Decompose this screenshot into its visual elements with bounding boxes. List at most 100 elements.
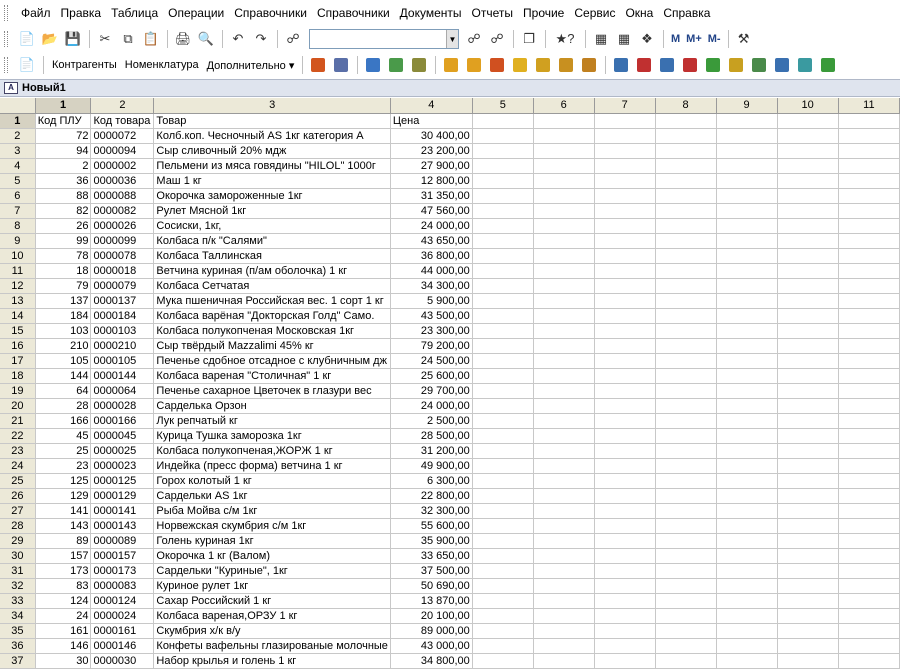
cell-price[interactable]: 28 500,00 <box>390 428 473 444</box>
cell-code[interactable]: 0000023 <box>90 458 155 474</box>
empty-cell[interactable] <box>655 128 717 144</box>
empty-cell[interactable] <box>472 323 534 339</box>
cell-plu[interactable]: 36 <box>35 173 92 189</box>
cell-price[interactable]: 12 800,00 <box>390 173 473 189</box>
cell-code[interactable]: 0000166 <box>90 413 155 429</box>
empty-cell[interactable] <box>655 353 717 369</box>
row-header[interactable]: 30 <box>0 548 36 564</box>
cell-code[interactable]: 0000125 <box>90 473 155 489</box>
empty-cell[interactable] <box>472 383 534 399</box>
empty-cell[interactable] <box>716 173 778 189</box>
empty-cell[interactable] <box>472 263 534 279</box>
cell-product[interactable]: Колб.коп. Чесночный AS 1кг категория А <box>153 128 391 144</box>
row-header[interactable]: 22 <box>0 428 36 444</box>
empty-cell[interactable] <box>472 398 534 414</box>
empty-cell[interactable] <box>716 308 778 324</box>
empty-cell[interactable] <box>655 548 717 564</box>
empty-cell[interactable] <box>777 488 839 504</box>
empty-cell[interactable] <box>655 533 717 549</box>
contractors-button[interactable]: Контрагенты <box>48 59 121 71</box>
empty-cell[interactable] <box>838 533 900 549</box>
empty-cell[interactable] <box>777 578 839 594</box>
empty-cell[interactable] <box>472 143 534 159</box>
empty-cell[interactable] <box>594 278 656 294</box>
row-header[interactable]: 21 <box>0 413 36 429</box>
row-header[interactable]: 33 <box>0 593 36 609</box>
cell-price[interactable]: 2 500,00 <box>390 413 473 429</box>
empty-cell[interactable] <box>655 383 717 399</box>
empty-cell[interactable] <box>777 428 839 444</box>
row-header[interactable]: 32 <box>0 578 36 594</box>
empty-cell[interactable] <box>472 113 534 129</box>
empty-cell[interactable] <box>472 623 534 639</box>
empty-cell[interactable] <box>533 548 595 564</box>
empty-cell[interactable] <box>594 443 656 459</box>
cell-product[interactable]: Рулет Мясной 1кг <box>153 203 391 219</box>
cell-product[interactable]: Курица Тушка заморозка 1кг <box>153 428 391 444</box>
row-header[interactable]: 26 <box>0 488 36 504</box>
book-icon[interactable] <box>307 54 329 76</box>
cell-product[interactable]: Сыр сливочный 20% мдж <box>153 143 391 159</box>
empty-cell[interactable] <box>716 338 778 354</box>
row-header[interactable]: 14 <box>0 308 36 324</box>
cell-price[interactable]: 89 000,00 <box>390 623 473 639</box>
column-header[interactable]: 1 <box>35 98 92 114</box>
empty-cell[interactable] <box>655 458 717 474</box>
doc-writeoff-icon[interactable] <box>532 54 554 76</box>
cell-plu[interactable]: 83 <box>35 578 92 594</box>
cell-plu[interactable]: 2 <box>35 158 92 174</box>
empty-cell[interactable] <box>838 578 900 594</box>
doc-outgoing-icon[interactable] <box>463 54 485 76</box>
row-header[interactable]: 29 <box>0 533 36 549</box>
empty-cell[interactable] <box>533 473 595 489</box>
empty-cell[interactable] <box>716 593 778 609</box>
row-header[interactable]: 35 <box>0 623 36 639</box>
cell-product[interactable]: Горох колотый 1 кг <box>153 473 391 489</box>
empty-cell[interactable] <box>716 203 778 219</box>
cell-code[interactable]: 0000137 <box>90 293 155 309</box>
empty-cell[interactable] <box>594 623 656 639</box>
empty-cell[interactable] <box>533 158 595 174</box>
empty-cell[interactable] <box>716 488 778 504</box>
empty-cell[interactable] <box>716 473 778 489</box>
row-header[interactable]: 34 <box>0 608 36 624</box>
empty-cell[interactable] <box>716 548 778 564</box>
cell-product[interactable]: Индейка (пресс форма) ветчина 1 кг <box>153 458 391 474</box>
empty-cell[interactable] <box>533 638 595 654</box>
empty-cell[interactable] <box>472 248 534 264</box>
cell-price[interactable]: 24 500,00 <box>390 353 473 369</box>
cell-price[interactable]: 55 600,00 <box>390 518 473 534</box>
undo-icon[interactable]: ↶ <box>227 28 249 50</box>
cell-price[interactable]: 34 800,00 <box>390 653 473 669</box>
empty-cell[interactable] <box>838 308 900 324</box>
empty-cell[interactable] <box>533 293 595 309</box>
empty-cell[interactable] <box>655 278 717 294</box>
empty-cell[interactable] <box>655 488 717 504</box>
row-header[interactable]: 5 <box>0 173 36 189</box>
cell-product[interactable]: Окорочка замороженные 1кг <box>153 188 391 204</box>
cell-code[interactable]: 0000144 <box>90 368 155 384</box>
cell-price[interactable]: 32 300,00 <box>390 503 473 519</box>
cell-plu[interactable]: 88 <box>35 188 92 204</box>
menu-grip[interactable] <box>4 5 8 21</box>
cell-code[interactable]: 0000099 <box>90 233 155 249</box>
open-folder-icon[interactable]: 📂 <box>39 28 61 50</box>
row-header[interactable]: 2 <box>0 128 36 144</box>
find-prev-icon[interactable]: ☍ <box>486 28 508 50</box>
empty-cell[interactable] <box>777 353 839 369</box>
cell-product[interactable]: Норвежская скумбрия с/м 1кг <box>153 518 391 534</box>
empty-cell[interactable] <box>777 533 839 549</box>
cell-code[interactable]: 0000082 <box>90 203 155 219</box>
empty-cell[interactable] <box>777 458 839 474</box>
cell-product[interactable]: Скумбрия х/к в/у <box>153 623 391 639</box>
empty-cell[interactable] <box>594 158 656 174</box>
row-header[interactable]: 23 <box>0 443 36 459</box>
empty-cell[interactable] <box>533 623 595 639</box>
menu-service[interactable]: Сервис <box>569 0 620 26</box>
empty-cell[interactable] <box>777 113 839 129</box>
empty-cell[interactable] <box>472 488 534 504</box>
empty-cell[interactable] <box>838 173 900 189</box>
header-cell-plu[interactable]: Код ПЛУ <box>35 113 92 129</box>
doc-return-icon[interactable] <box>486 54 508 76</box>
doc-transfer-icon[interactable] <box>702 54 724 76</box>
